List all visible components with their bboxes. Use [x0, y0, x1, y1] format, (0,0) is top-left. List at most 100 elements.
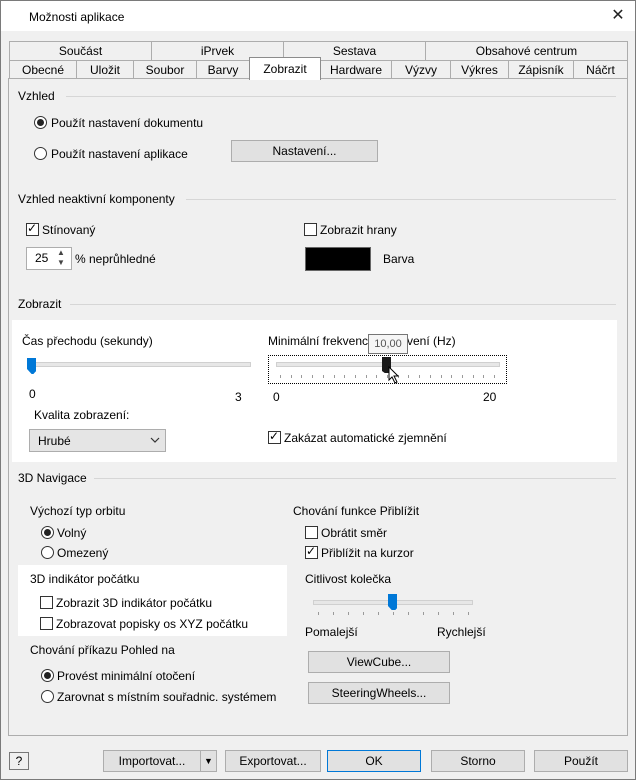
tab-vykres[interactable]: Výkres: [450, 60, 509, 79]
transition-label: Čas přechodu (sekundy): [22, 334, 153, 348]
window-title: Možnosti aplikace: [29, 10, 125, 24]
tab-zobrazit[interactable]: Zobrazit: [249, 57, 321, 80]
slider-tick: [363, 612, 364, 615]
slider-tick: [365, 375, 367, 378]
frame-rate-min: 0: [273, 390, 280, 404]
frame-rate-label-end: vení (Hz): [407, 334, 456, 348]
export-button[interactable]: Exportovat...: [225, 750, 321, 772]
import-button[interactable]: Importovat...: [103, 750, 201, 772]
slider-tick: [301, 375, 303, 378]
opacity-spinner[interactable]: 25 ▲ ▼: [26, 247, 72, 270]
help-icon[interactable]: ?: [9, 752, 29, 770]
radio-orbit-constrained[interactable]: [41, 546, 54, 559]
wheel-sensitivity-slider-thumb[interactable]: [388, 594, 397, 610]
quality-select[interactable]: Hrubé: [29, 429, 166, 452]
tab-vyzvy[interactable]: Výzvy: [391, 60, 451, 79]
viewcube-button[interactable]: ViewCube...: [308, 651, 450, 673]
slider-tick: [290, 375, 292, 378]
slider-tick: [333, 612, 334, 615]
group-divider: [66, 96, 616, 97]
transition-slider-thumb[interactable]: [27, 358, 36, 374]
group-divider: [70, 304, 616, 305]
zoom-behavior-label: Chování funkce Přiblížit: [293, 504, 420, 518]
checkbox-disable-auto-refinement[interactable]: [268, 429, 281, 444]
slider-tick: [312, 375, 314, 378]
slider-tick: [408, 375, 410, 378]
slider-tick: [318, 612, 319, 615]
slider-tick: [348, 612, 349, 615]
apply-button[interactable]: Použít: [534, 750, 628, 772]
checkbox-show-edges[interactable]: [304, 223, 317, 236]
checkbox-zoom-to-cursor[interactable]: [305, 544, 318, 559]
radio-minimum-rotation-label: Provést minimální otočení: [57, 669, 196, 683]
checkbox-zoom-to-cursor-label: Přiblížit na kurzor: [321, 546, 414, 560]
orbit-type-label: Výchozí typ orbitu: [30, 504, 126, 518]
checkbox-reverse-direction-label: Obrátit směr: [321, 526, 388, 540]
checkbox-show-axis-labels[interactable]: [40, 617, 53, 630]
slider-tick: [468, 612, 469, 615]
frame-rate-tooltip: 10,00: [368, 334, 408, 354]
close-icon[interactable]: ✕: [605, 5, 631, 27]
slider-tick: [461, 375, 463, 378]
cursor-icon: [388, 366, 400, 384]
slider-tick: [344, 375, 346, 378]
settings-button[interactable]: Nastavení...: [231, 140, 378, 162]
opacity-label: % neprůhledné: [75, 252, 156, 266]
slider-tick: [419, 375, 421, 378]
slider-tick: [423, 612, 424, 615]
checkbox-show-edges-label: Zobrazit hrany: [320, 223, 397, 237]
transition-track: [29, 362, 251, 367]
tab-hardware[interactable]: Hardware: [320, 60, 392, 79]
checkbox-show-origin-indicator[interactable]: [40, 596, 53, 609]
color-label: Barva: [383, 252, 415, 266]
tab-soubor[interactable]: Soubor: [133, 60, 197, 79]
cancel-button[interactable]: Storno: [431, 750, 525, 772]
spin-up-icon[interactable]: ▲: [57, 248, 65, 258]
tab-barvy[interactable]: Barvy: [196, 60, 250, 79]
slider-tick: [280, 375, 281, 378]
tab-zapisnik[interactable]: Zápisník: [508, 60, 574, 79]
radio-use-app-settings-label: Použít nastavení aplikace: [51, 147, 188, 161]
frame-rate-max: 20: [483, 390, 497, 404]
tab-soucast[interactable]: Součást: [9, 41, 152, 60]
slider-tick: [354, 375, 356, 378]
slider-tick: [440, 375, 442, 378]
tab-nacrt[interactable]: Náčrt: [573, 60, 628, 79]
spin-down-icon[interactable]: ▼: [57, 258, 65, 268]
radio-use-document-settings[interactable]: [34, 116, 47, 129]
title-bar: Možnosti aplikace ✕: [1, 1, 635, 31]
tab-obecne[interactable]: Obecné: [9, 60, 77, 79]
slider-tick: [472, 375, 474, 378]
tab-obsahove-centrum[interactable]: Obsahové centrum: [425, 41, 628, 60]
color-swatch[interactable]: [305, 247, 371, 271]
slider-tick: [451, 375, 453, 378]
tab-ulozit[interactable]: Uložit: [76, 60, 134, 79]
checkbox-disable-auto-refinement-label: Zakázat automatické zjemnění: [284, 431, 447, 445]
slider-tick: [438, 612, 439, 615]
slider-tick: [429, 375, 431, 378]
view-command-label: Chování příkazu Pohled na: [30, 643, 175, 657]
slider-tick: [322, 375, 324, 378]
group-vzhled-label: Vzhled: [18, 89, 55, 103]
import-dropdown-icon[interactable]: ▼: [200, 750, 217, 772]
checkbox-shaded[interactable]: [26, 221, 39, 236]
slider-tick: [483, 375, 485, 378]
steeringwheels-button[interactable]: SteeringWheels...: [308, 682, 450, 704]
radio-orbit-free[interactable]: [41, 526, 54, 539]
ok-button[interactable]: OK: [327, 750, 421, 772]
checkbox-shaded-label: Stínovaný: [42, 223, 96, 237]
frame-rate-label-start: Minimální frekvenc: [268, 334, 369, 348]
radio-use-app-settings[interactable]: [34, 147, 47, 160]
slider-tick: [333, 375, 335, 378]
checkbox-show-axis-labels-label: Zobrazovat popisky os XYZ počátku: [56, 617, 249, 631]
quality-label: Kvalita zobrazení:: [34, 408, 130, 422]
checkbox-reverse-direction[interactable]: [305, 526, 318, 539]
group-divider: [94, 478, 616, 479]
wheel-sensitivity-label: Citlivost kolečka: [305, 572, 392, 586]
group-3d-nav-label: 3D Navigace: [18, 471, 87, 485]
radio-use-document-settings-label: Použít nastavení dokumentu: [51, 116, 204, 130]
slider-tick: [453, 612, 454, 615]
group-display-label: Zobrazit: [18, 297, 62, 311]
radio-minimum-rotation[interactable]: [41, 669, 54, 682]
radio-align-ucs[interactable]: [41, 690, 54, 703]
